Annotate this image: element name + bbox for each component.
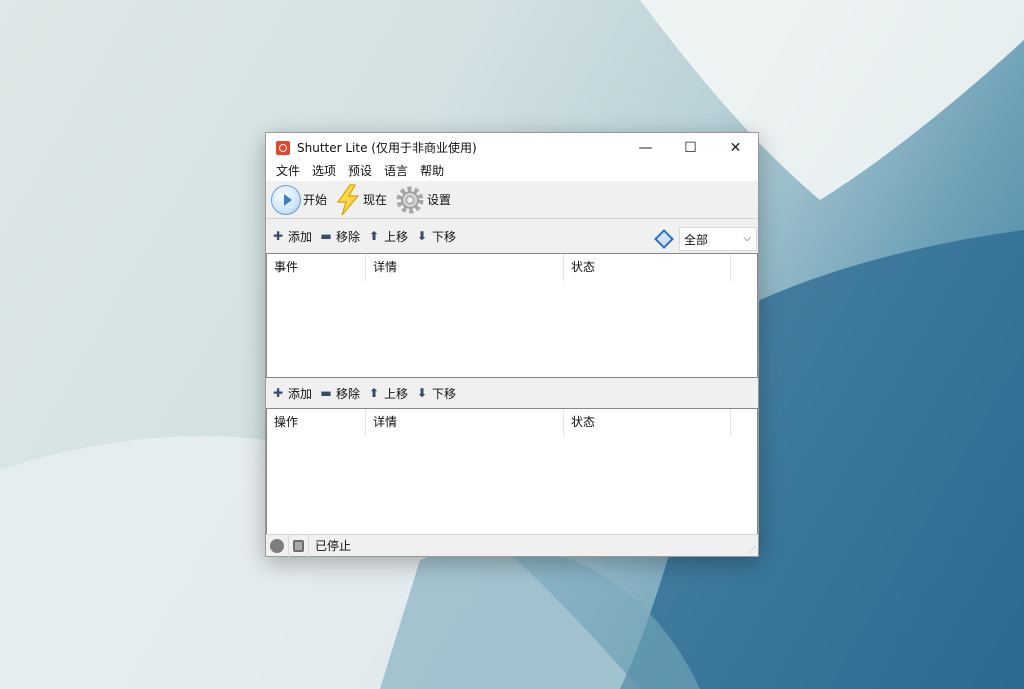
minimize-button[interactable]: — (623, 133, 668, 162)
arrow-up-icon: ⬆ (369, 386, 380, 400)
play-icon (271, 184, 301, 215)
events-down-label: 下移 (432, 229, 457, 244)
user-icon (270, 538, 284, 553)
toolbar: 开始 现在 设置 (266, 181, 758, 219)
actions-add-label: 添加 (288, 386, 313, 401)
lock-icon (293, 539, 304, 552)
events-down-button[interactable]: ⬇ 下移 (416, 228, 456, 245)
gear-icon (396, 186, 424, 213)
menu-bar: 文件 选项 预设 语言 帮助 (266, 162, 758, 181)
title-bar[interactable]: Shutter Lite (仅用于非商业使用) — ☐ ✕ (266, 133, 758, 162)
column-header-details[interactable]: 详情 (366, 409, 564, 436)
status-text: 已停止 (315, 539, 352, 553)
app-window: Shutter Lite (仅用于非商业使用) — ☐ ✕ 文件 选项 预设 语… (265, 132, 759, 557)
events-table-header: 事件 详情 状态 (267, 254, 757, 281)
events-remove-button[interactable]: ▬ 移除 (320, 228, 360, 245)
close-button[interactable]: ✕ (713, 133, 758, 162)
events-up-label: 上移 (384, 229, 409, 244)
plus-icon: ✚ (272, 229, 284, 243)
status-bar: 已停止 ⋰ (266, 534, 758, 557)
filter-select[interactable]: 全部 ⌵ (679, 227, 757, 251)
menu-language[interactable]: 语言 (378, 162, 414, 181)
events-up-button[interactable]: ⬆ 上移 (368, 228, 408, 245)
plus-icon: ✚ (272, 386, 284, 400)
actions-remove-label: 移除 (336, 386, 361, 401)
actions-up-label: 上移 (384, 386, 409, 401)
arrow-down-icon: ⬇ (417, 229, 428, 243)
column-header-event[interactable]: 事件 (267, 254, 366, 281)
actions-toolbar: ✚ 添加 ▬ 移除 ⬆ 上移 ⬇ 下移 (266, 378, 758, 408)
start-button[interactable]: 开始 (271, 184, 328, 215)
actions-add-button[interactable]: ✚ 添加 (272, 385, 312, 402)
menu-help[interactable]: 帮助 (414, 162, 450, 181)
start-label: 开始 (303, 193, 328, 207)
settings-label: 设置 (427, 193, 452, 207)
app-icon (276, 140, 290, 155)
menu-file[interactable]: 文件 (270, 162, 306, 181)
maximize-button[interactable]: ☐ (668, 133, 713, 162)
window-title: Shutter Lite (仅用于非商业使用) (297, 141, 477, 155)
filter-icon (654, 229, 674, 249)
menu-presets[interactable]: 预设 (342, 162, 378, 181)
arrow-up-icon: ⬆ (369, 229, 380, 243)
events-add-button[interactable]: ✚ 添加 (272, 228, 312, 245)
chevron-down-icon: ⌵ (743, 233, 751, 244)
lightning-icon (336, 183, 360, 215)
resize-grip-icon[interactable]: ⋰ (748, 545, 756, 554)
now-button[interactable]: 现在 (335, 183, 388, 216)
arrow-down-icon: ⬇ (417, 386, 428, 400)
minus-icon: ▬ (320, 386, 332, 400)
events-remove-label: 移除 (336, 229, 361, 244)
events-toolbar: ✚ 添加 ▬ 移除 ⬆ 上移 ⬇ 下移 全部 ⌵ (266, 219, 758, 253)
column-header-status[interactable]: 状态 (564, 254, 731, 281)
actions-up-button[interactable]: ⬆ 上移 (368, 385, 408, 402)
filter-group: 全部 ⌵ (654, 227, 757, 251)
settings-button[interactable]: 设置 (395, 185, 451, 215)
events-add-label: 添加 (288, 229, 313, 244)
status-lock-cell (289, 534, 309, 557)
menu-options[interactable]: 选项 (306, 162, 342, 181)
actions-down-label: 下移 (432, 386, 457, 401)
column-header-action[interactable]: 操作 (267, 409, 366, 436)
column-header-details[interactable]: 详情 (366, 254, 564, 281)
events-table[interactable]: 事件 详情 状态 (266, 253, 758, 378)
filter-select-value: 全部 (684, 232, 709, 247)
now-label: 现在 (363, 193, 388, 207)
actions-down-button[interactable]: ⬇ 下移 (416, 385, 456, 402)
actions-remove-button[interactable]: ▬ 移除 (320, 385, 360, 402)
actions-table[interactable]: 操作 详情 状态 (266, 408, 758, 536)
actions-table-header: 操作 详情 状态 (267, 409, 757, 436)
window-controls: — ☐ ✕ (623, 133, 758, 162)
column-header-empty (731, 409, 757, 436)
status-user-cell (266, 534, 289, 557)
column-header-empty (731, 254, 757, 281)
column-header-status[interactable]: 状态 (564, 409, 731, 436)
minus-icon: ▬ (320, 229, 332, 243)
